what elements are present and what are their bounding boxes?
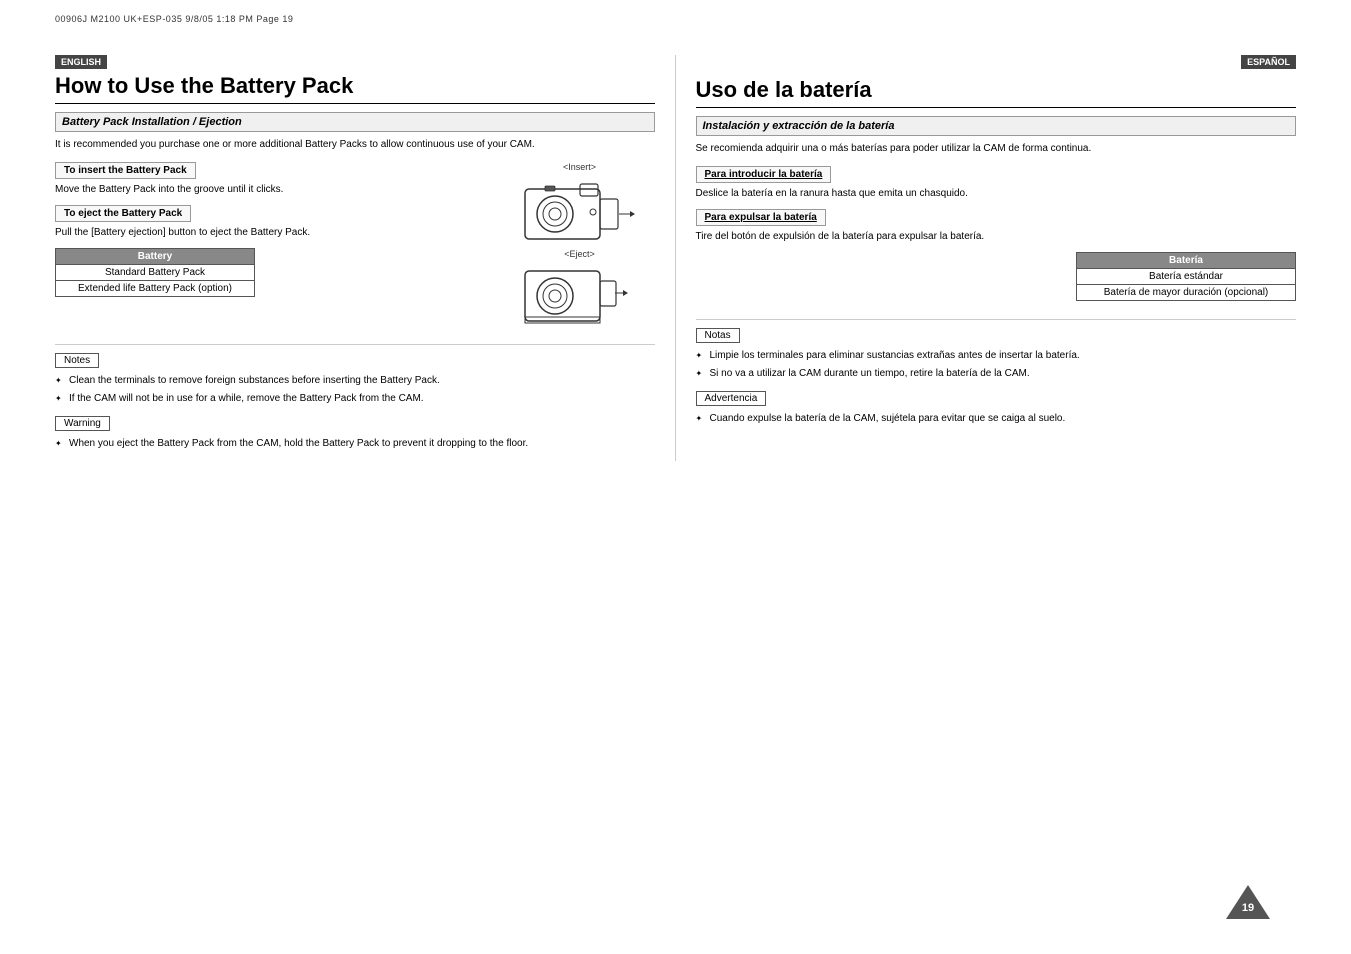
file-info: 00906J M2100 UK+ESP-035 9/8/05 1:18 PM P… [55,14,293,24]
eject-text: Pull the [Battery ejection] button to ej… [55,226,495,240]
espanol-column: ESPAÑOL Uso de la batería Instalación y … [676,55,1297,461]
espanol-badge: ESPAÑOL [1241,55,1296,69]
english-column: ENGLISH How to Use the Battery Pack Batt… [55,55,676,461]
battery-table: Battery Standard Battery Pack Extended l… [55,248,255,297]
es-battery-table-header: Batería [1077,253,1295,268]
advertencia-section: Advertencia Cuando expulse la batería de… [696,391,1297,426]
notes-list: Clean the terminals to remove foreign su… [55,374,655,406]
warning-list: When you eject the Battery Pack from the… [55,437,655,451]
espanol-section-header: Instalación y extracción de la batería [696,116,1297,136]
espanol-intro-text: Se recomienda adquirir una o más batería… [696,142,1297,156]
es-battery-row-1: Batería estándar [1077,268,1295,284]
insert-label: <Insert> [563,162,596,172]
battery-row-2: Extended life Battery Pack (option) [56,280,254,296]
advertencia-item-1: Cuando expulse la batería de la CAM, suj… [696,412,1297,426]
insert-eject-container: To insert the Battery Pack Move the Batt… [55,162,655,336]
page-container: 00906J M2100 UK+ESP-035 9/8/05 1:18 PM P… [0,0,1351,954]
warning-item-1: When you eject the Battery Pack from the… [55,437,655,451]
english-intro-text: It is recommended you purchase one or mo… [55,138,655,152]
insert-text: Move the Battery Pack into the groove un… [55,183,495,197]
nota-item-2: Si no va a utilizar la CAM durante un ti… [696,367,1297,381]
nota-item-1: Limpie los terminales para eliminar sust… [696,349,1297,363]
es-eject-section: Para expulsar la batería Tire del botón … [696,209,1297,244]
es-battery-row-2: Batería de mayor duración (opcional) [1077,284,1295,300]
espanol-badge-row: ESPAÑOL [696,55,1297,73]
page-number-area: 19 [1226,883,1271,924]
es-divider-notes [696,319,1297,320]
es-battery-table: Batería Batería estándar Batería de mayo… [1076,252,1296,301]
advertencia-list: Cuando expulse la batería de la CAM, suj… [696,412,1297,426]
english-badge: ENGLISH [55,55,107,69]
page-number-text: 19 [1242,902,1254,914]
main-content: ENGLISH How to Use the Battery Pack Batt… [55,55,1296,899]
warning-label: Warning [55,416,110,431]
es-battery-section: Batería Batería estándar Batería de mayo… [696,252,1297,311]
english-section-header: Battery Pack Installation / Ejection [55,112,655,132]
battery-table-header: Battery [56,249,254,264]
note-item-2: If the CAM will not be in use for a whil… [55,392,655,406]
text-instructions: To insert the Battery Pack Move the Batt… [55,162,495,336]
eject-camera-diagram [515,261,645,336]
notes-section: Notes Clean the terminals to remove fore… [55,353,655,406]
es-insert-section: Para introducir la batería Deslice la ba… [696,166,1297,201]
notas-section: Notas Limpie los terminales para elimina… [696,328,1297,381]
eject-header: To eject the Battery Pack [55,205,191,222]
es-eject-header: Para expulsar la batería [696,209,826,226]
notas-list: Limpie los terminales para eliminar sust… [696,349,1297,381]
es-eject-text: Tire del botón de expulsión de la baterí… [696,230,1297,244]
battery-row-1: Standard Battery Pack [56,264,254,280]
espanol-title: Uso de la batería [696,77,1297,108]
es-insert-header: Para introducir la batería [696,166,832,183]
divider-notes [55,344,655,345]
advertencia-label: Advertencia [696,391,767,406]
page-number-triangle-icon: 19 [1226,883,1271,921]
insert-section: To insert the Battery Pack Move the Batt… [55,162,495,197]
camera-diagrams: <Insert> [505,162,655,336]
english-title: How to Use the Battery Pack [55,73,655,104]
insert-header: To insert the Battery Pack [55,162,196,179]
note-item-1: Clean the terminals to remove foreign su… [55,374,655,388]
two-column-layout: ENGLISH How to Use the Battery Pack Batt… [55,55,1296,461]
insert-camera-diagram [515,174,645,249]
warning-section: Warning When you eject the Battery Pack … [55,416,655,451]
es-insert-text: Deslice la batería en la ranura hasta qu… [696,187,1297,201]
eject-label: <Eject> [564,249,595,259]
eject-section: To eject the Battery Pack Pull the [Batt… [55,205,495,240]
notas-label: Notas [696,328,740,343]
notes-label: Notes [55,353,99,368]
